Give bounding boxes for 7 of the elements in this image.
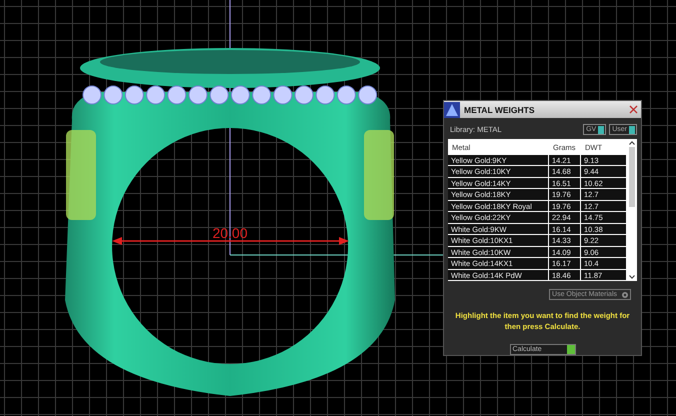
gear-icon (621, 290, 629, 299)
scrollbar[interactable] (627, 139, 637, 282)
panel-title: METAL WEIGHTS (464, 104, 536, 115)
pyramid-logo-icon (444, 102, 460, 118)
scroll-down-icon[interactable] (629, 275, 635, 280)
close-icon[interactable] (629, 105, 638, 114)
scroll-up-icon[interactable] (629, 141, 635, 146)
